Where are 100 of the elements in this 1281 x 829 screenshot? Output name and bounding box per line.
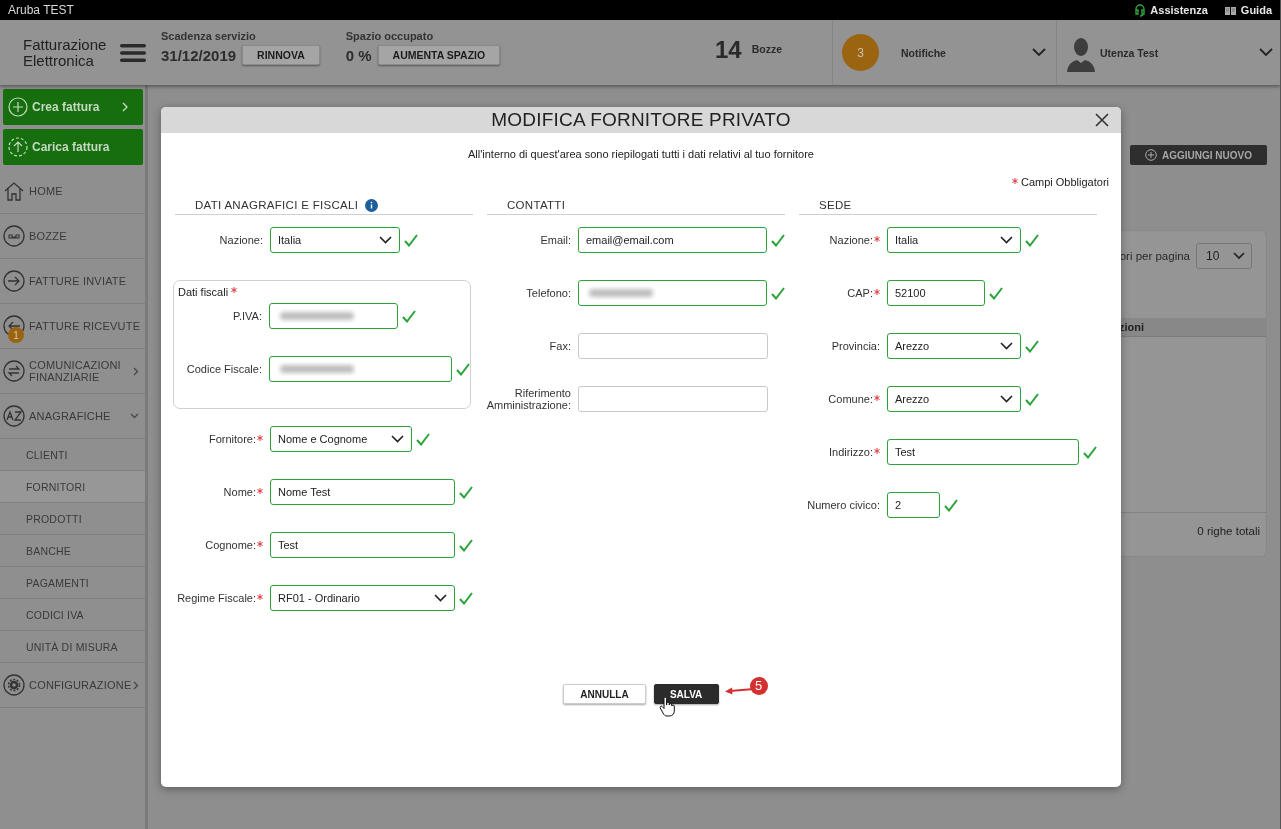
text-field[interactable]: [578, 333, 768, 359]
field-label: Fornitore:: [208, 433, 256, 445]
logo: Fatturazione Elettronica: [23, 36, 108, 69]
plus-icon: [8, 97, 28, 117]
text-field[interactable]: email@email.com: [578, 227, 767, 253]
app-title: Aruba TEST: [8, 3, 74, 17]
chevron-down-icon: [1233, 252, 1245, 260]
text-field[interactable]: [578, 280, 767, 306]
sidebar-subitem[interactable]: UNITÀ DI MISURA: [0, 631, 145, 663]
text-field[interactable]: 2: [887, 492, 940, 518]
notifications-label: Notifiche: [901, 46, 947, 59]
required-icon: [874, 448, 880, 454]
select-field[interactable]: Arezzo: [887, 333, 1021, 359]
text-field[interactable]: Nome Test: [270, 479, 455, 505]
gear-icon: [3, 674, 25, 696]
text-field[interactable]: Test: [270, 532, 455, 558]
text-field[interactable]: [578, 386, 768, 412]
swap-icon: [3, 360, 25, 382]
check-icon: [1025, 233, 1039, 247]
text-field[interactable]: [269, 356, 452, 382]
sidebar-subitem[interactable]: CODICI IVA: [0, 599, 145, 631]
check-icon: [771, 286, 785, 300]
sidebar-action-button[interactable]: Crea fattura: [3, 89, 143, 125]
chevron-down-icon: [434, 594, 447, 602]
sidebar-action-button[interactable]: Carica fattura: [3, 129, 143, 165]
chevron-down-icon: [130, 413, 139, 419]
check-icon: [459, 485, 473, 499]
text-field[interactable]: Test: [887, 439, 1079, 465]
chevron-down-icon: [1000, 236, 1013, 244]
field-label: P.IVA:: [233, 310, 262, 322]
text-field[interactable]: 52100: [887, 280, 985, 306]
top-link[interactable]: Assistenza: [1134, 3, 1208, 17]
fieldset-label: Dati fiscali: [178, 285, 229, 299]
chevron-down-icon: [379, 236, 392, 244]
service-label: Scadenza servizio: [161, 30, 257, 42]
check-icon: [416, 432, 430, 446]
sidebar-item[interactable]: HOME: [0, 169, 145, 214]
row-total: 0 righe totali: [1197, 525, 1260, 537]
required-icon: [257, 594, 263, 600]
required-icon: [874, 289, 880, 295]
field-label: Numero civico:: [807, 499, 880, 511]
close-icon[interactable]: [1095, 113, 1109, 127]
renew-button[interactable]: RINNOVA: [242, 45, 320, 65]
home-icon: [3, 180, 25, 202]
field-label: Cognome:: [205, 539, 256, 551]
hand-cursor-icon: [658, 696, 675, 717]
sidebar-subitem[interactable]: BANCHE: [0, 535, 145, 567]
chevron-down-icon: [1000, 395, 1013, 403]
text-field[interactable]: [269, 303, 398, 329]
sidebar-subitem[interactable]: FORNITORI: [0, 471, 145, 503]
field-label: Codice Fiscale:: [186, 363, 262, 375]
chevron-right-icon: [133, 680, 139, 690]
sidebar-item[interactable]: COMUNICAZIONI FINANZIARIE: [0, 349, 145, 394]
sidebar-item[interactable]: BOZZE: [0, 214, 145, 259]
required-note: Campi Obbligatori: [1020, 176, 1109, 188]
book-icon: [1223, 4, 1237, 16]
plus-icon: [1145, 149, 1157, 161]
required-icon: [257, 435, 263, 441]
select-field[interactable]: RF01 - Ordinario: [270, 585, 455, 611]
modal-intro: All'interno di quest'area sono riepilogati tutti i dati relativi al tuo fornitore: [467, 147, 815, 161]
add-new-button[interactable]: AGGIUNGI NUOVO: [1130, 145, 1267, 165]
redacted-value: [586, 286, 656, 300]
select-field[interactable]: Italia: [887, 227, 1021, 253]
user-name: Utenza Test: [1100, 46, 1160, 59]
menu-icon[interactable]: [120, 42, 146, 63]
select-field[interactable]: Italia: [270, 227, 400, 253]
tray-icon: [3, 225, 25, 247]
chevron-down-icon: [1000, 342, 1013, 350]
sidebar-subitem[interactable]: PRODOTTI: [0, 503, 145, 535]
field-label: Comune:: [828, 393, 873, 405]
check-icon: [456, 362, 470, 376]
field-label: Provincia:: [831, 340, 880, 352]
az-icon: [3, 405, 25, 427]
field-label: Nazione:: [219, 234, 263, 246]
sidebar-item[interactable]: FATTURE RICEVUTE 1: [0, 304, 145, 349]
select-field[interactable]: Nome e Cognome: [270, 426, 412, 452]
info-icon[interactable]: [365, 198, 379, 212]
chevron-down-icon: [391, 435, 404, 443]
field-label: Indirizzo:: [828, 446, 873, 458]
sidebar-subitem[interactable]: PAGAMENTI: [0, 567, 145, 599]
field-label: Telefono:: [526, 287, 571, 299]
user-menu[interactable]: Utenza Test: [1056, 20, 1280, 85]
per-page-select[interactable]: 10: [1196, 243, 1252, 269]
save-button[interactable]: SALVA: [653, 684, 719, 704]
field-label: Regime Fiscale:: [177, 592, 256, 604]
field-label: Riferimento Amministrazione:: [486, 387, 571, 411]
check-icon: [989, 286, 1003, 300]
select-field[interactable]: Arezzo: [887, 386, 1021, 412]
add-space-button[interactable]: AUMENTA SPAZIO: [377, 45, 501, 65]
cancel-button[interactable]: ANNULLA: [563, 684, 646, 704]
storage-value: 0 %: [345, 46, 372, 64]
drafts-label: Bozze: [751, 43, 782, 55]
notifications-menu[interactable]: 3 Notifiche: [832, 20, 1056, 85]
check-icon: [1083, 445, 1097, 459]
top-link[interactable]: Guida: [1223, 3, 1272, 17]
field-label: Fax:: [549, 340, 571, 352]
sidebar-item[interactable]: CONFIGURAZIONE: [0, 663, 145, 708]
sidebar-item[interactable]: FATTURE INVIATE: [0, 259, 145, 304]
section-heading: SEDE: [819, 199, 852, 211]
sidebar-item[interactable]: ANAGRAFICHE: [0, 394, 145, 439]
